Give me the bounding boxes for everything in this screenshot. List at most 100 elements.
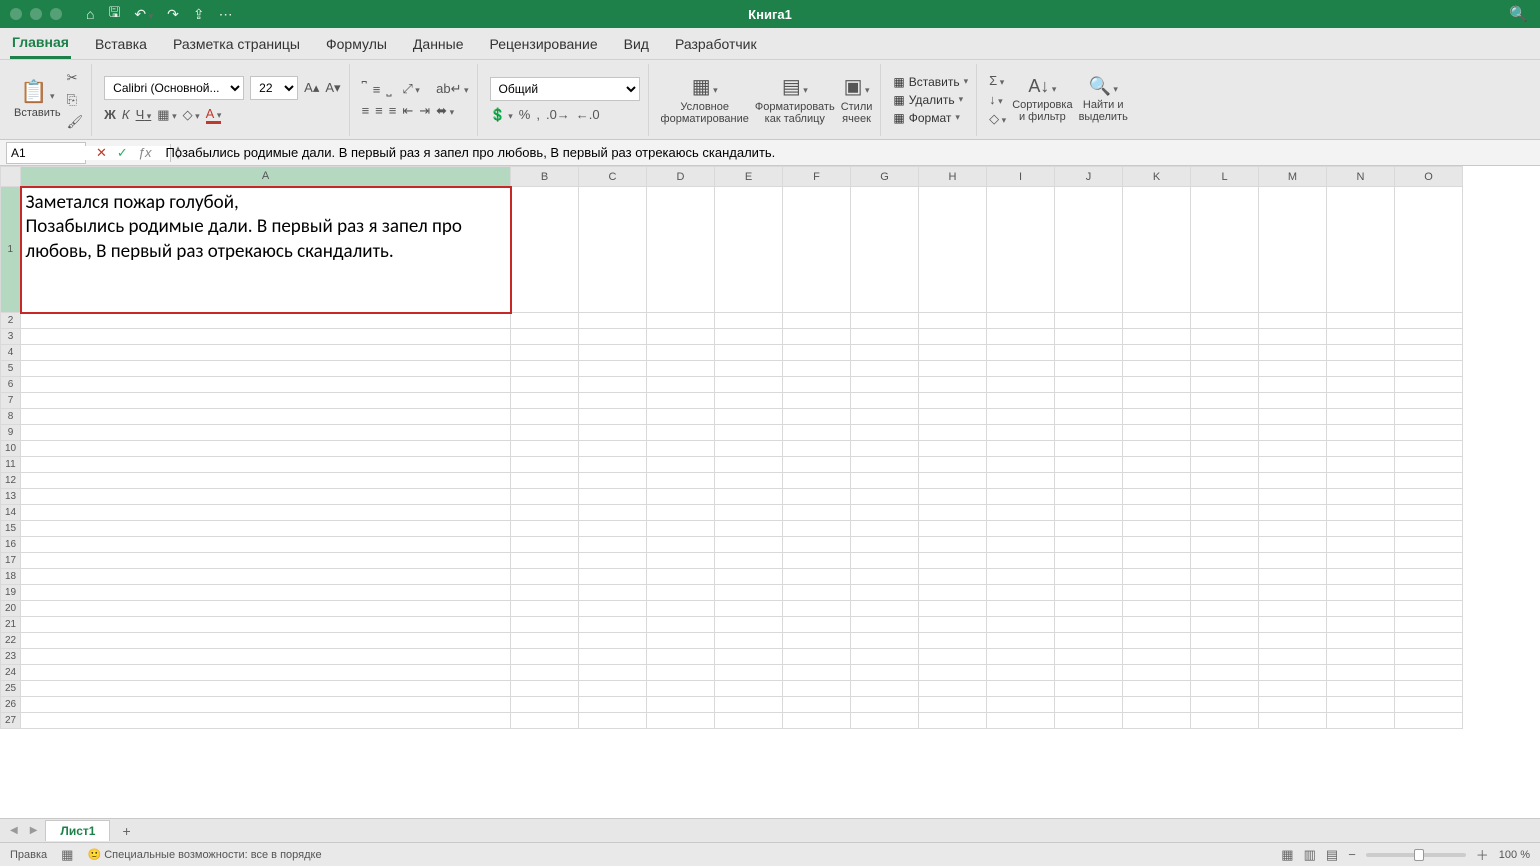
cell[interactable] xyxy=(21,617,511,633)
cell[interactable] xyxy=(851,409,919,425)
cell[interactable] xyxy=(511,425,579,441)
formula-input[interactable] xyxy=(162,145,1540,160)
cell[interactable] xyxy=(1123,585,1191,601)
row-header[interactable]: 20 xyxy=(1,601,21,617)
cell[interactable] xyxy=(1327,313,1395,329)
cell[interactable] xyxy=(1259,457,1327,473)
cell[interactable] xyxy=(1327,649,1395,665)
cell[interactable] xyxy=(579,633,647,649)
cell[interactable] xyxy=(851,601,919,617)
cell[interactable] xyxy=(1395,697,1463,713)
cell[interactable] xyxy=(21,585,511,601)
cell[interactable] xyxy=(1123,345,1191,361)
cell[interactable] xyxy=(511,505,579,521)
cell[interactable] xyxy=(647,457,715,473)
cell[interactable] xyxy=(511,697,579,713)
column-header[interactable]: C xyxy=(579,167,647,187)
conditional-format-icon[interactable]: ▦ xyxy=(692,74,718,99)
cell[interactable] xyxy=(783,585,851,601)
cell[interactable] xyxy=(783,377,851,393)
cell[interactable] xyxy=(919,585,987,601)
cell[interactable] xyxy=(715,569,783,585)
cell[interactable] xyxy=(1327,393,1395,409)
cell[interactable] xyxy=(1327,537,1395,553)
cell[interactable] xyxy=(579,329,647,345)
cell[interactable] xyxy=(715,473,783,489)
cell[interactable] xyxy=(851,585,919,601)
row-header[interactable]: 25 xyxy=(1,681,21,697)
tab-review[interactable]: Рецензирование xyxy=(488,30,600,58)
row-header[interactable]: 7 xyxy=(1,393,21,409)
cell[interactable] xyxy=(1123,187,1191,313)
cell[interactable] xyxy=(579,393,647,409)
cell[interactable] xyxy=(1259,681,1327,697)
cell[interactable] xyxy=(1259,441,1327,457)
column-header[interactable]: K xyxy=(1123,167,1191,187)
cell[interactable] xyxy=(919,601,987,617)
cell[interactable] xyxy=(1191,393,1259,409)
cell[interactable] xyxy=(851,377,919,393)
cell[interactable] xyxy=(1395,649,1463,665)
cell[interactable] xyxy=(1191,313,1259,329)
cell[interactable] xyxy=(1191,505,1259,521)
cell[interactable] xyxy=(21,457,511,473)
cell[interactable] xyxy=(851,441,919,457)
cell[interactable] xyxy=(579,361,647,377)
format-painter-icon[interactable]: 🖌 xyxy=(67,114,84,130)
tab-nav-prev[interactable]: ◀ xyxy=(6,825,22,836)
cell[interactable] xyxy=(1191,601,1259,617)
cell[interactable] xyxy=(1259,601,1327,617)
cell[interactable] xyxy=(647,553,715,569)
row-header[interactable]: 11 xyxy=(1,457,21,473)
cell[interactable] xyxy=(851,681,919,697)
name-box[interactable]: ▴▾ xyxy=(6,142,86,164)
cell[interactable] xyxy=(851,505,919,521)
cell[interactable] xyxy=(21,521,511,537)
cell[interactable] xyxy=(1259,521,1327,537)
cell[interactable] xyxy=(783,537,851,553)
cell[interactable] xyxy=(21,553,511,569)
cell[interactable] xyxy=(919,649,987,665)
cell[interactable] xyxy=(783,697,851,713)
cell[interactable] xyxy=(21,329,511,345)
cell[interactable] xyxy=(987,361,1055,377)
row-header[interactable]: 12 xyxy=(1,473,21,489)
cell[interactable] xyxy=(1123,649,1191,665)
cell[interactable] xyxy=(987,569,1055,585)
format-table-icon[interactable]: ▤ xyxy=(782,74,808,99)
cell[interactable] xyxy=(919,633,987,649)
cell[interactable] xyxy=(919,313,987,329)
row-header[interactable]: 18 xyxy=(1,569,21,585)
cell[interactable] xyxy=(579,187,647,313)
cell[interactable] xyxy=(919,505,987,521)
cell[interactable] xyxy=(1327,425,1395,441)
cell[interactable] xyxy=(1123,393,1191,409)
cell[interactable] xyxy=(1191,585,1259,601)
cell[interactable] xyxy=(1055,457,1123,473)
cell[interactable] xyxy=(511,457,579,473)
cell[interactable] xyxy=(1055,665,1123,681)
cell[interactable] xyxy=(1327,345,1395,361)
align-top-icon[interactable]: ⎴ xyxy=(362,81,367,97)
view-normal-icon[interactable]: ▦ xyxy=(1281,847,1293,863)
cell[interactable] xyxy=(919,361,987,377)
column-header[interactable]: E xyxy=(715,167,783,187)
cell[interactable] xyxy=(647,441,715,457)
cell[interactable] xyxy=(715,441,783,457)
cell[interactable] xyxy=(1055,553,1123,569)
cell[interactable] xyxy=(1055,601,1123,617)
cell[interactable] xyxy=(1327,665,1395,681)
delete-cells-button[interactable]: ▦ Удалить xyxy=(893,93,968,107)
spreadsheet-grid[interactable]: ABCDEFGHIJKLMNO1Заметался пожар голубой,… xyxy=(0,166,1463,729)
cell[interactable] xyxy=(21,377,511,393)
cell[interactable] xyxy=(1259,473,1327,489)
cell[interactable] xyxy=(783,441,851,457)
cell[interactable] xyxy=(647,313,715,329)
cell[interactable] xyxy=(783,473,851,489)
cell[interactable] xyxy=(783,505,851,521)
cell[interactable] xyxy=(511,537,579,553)
cell[interactable] xyxy=(851,697,919,713)
font-color-icon[interactable]: А xyxy=(206,106,222,124)
cell[interactable] xyxy=(1327,681,1395,697)
share-icon[interactable]: ⇪ xyxy=(193,6,205,23)
